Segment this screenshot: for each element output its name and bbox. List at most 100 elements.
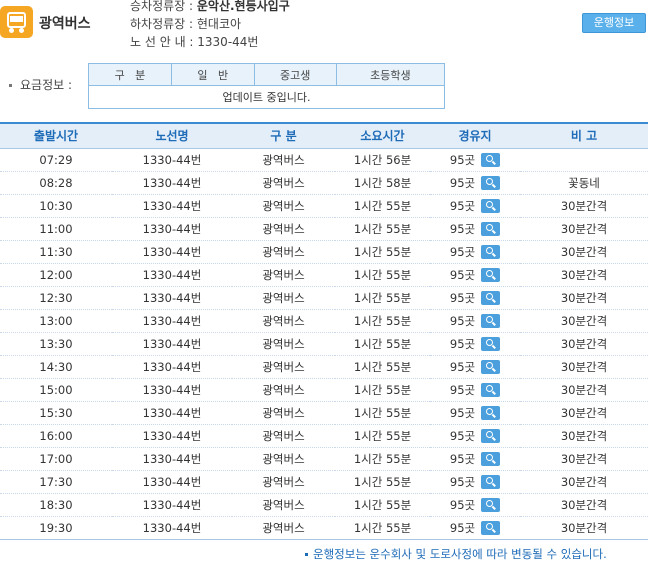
cell-duration: 1시간 56분 xyxy=(335,148,430,172)
table-row: 11:30 1330-44번 광역버스 1시간 55분 95곳 30분간격 xyxy=(0,240,648,264)
stops-count: 95곳 xyxy=(449,290,476,305)
notice: 운행정보는 운수회사 및 도로사정에 따라 변동될 수 있습니다. xyxy=(305,546,607,561)
cell-bus-type: 광역버스 xyxy=(232,470,335,494)
search-icon[interactable] xyxy=(481,175,501,190)
stops-count: 95곳 xyxy=(449,520,476,535)
stops-count: 95곳 xyxy=(449,198,476,213)
table-row: 13:00 1330-44번 광역버스 1시간 55분 95곳 30분간격 xyxy=(0,309,648,333)
cell-via-stops: 95곳 xyxy=(430,424,520,448)
cell-via-stops: 95곳 xyxy=(430,355,520,379)
cell-bus-type: 광역버스 xyxy=(232,217,335,241)
stops-count: 95곳 xyxy=(449,359,476,374)
cell-note: 30분간격 xyxy=(520,493,648,517)
cell-bus-type: 광역버스 xyxy=(232,194,335,218)
cell-route-name: 1330-44번 xyxy=(112,355,232,379)
cell-route-name: 1330-44번 xyxy=(112,171,232,195)
search-icon[interactable] xyxy=(481,382,501,397)
cell-departure-time: 14:30 xyxy=(0,355,112,379)
search-icon[interactable] xyxy=(481,497,501,512)
cell-departure-time: 16:00 xyxy=(0,424,112,448)
fare-message: 업데이트 중입니다. xyxy=(88,85,445,109)
cell-route-name: 1330-44번 xyxy=(112,332,232,356)
search-icon[interactable] xyxy=(481,428,501,443)
fare-header-child: 초등학생 xyxy=(335,63,446,86)
cell-via-stops: 95곳 xyxy=(430,516,520,540)
header-duration: 소요시간 xyxy=(335,122,430,149)
alighting-stop-row: 하차정류장 : 현대코아 xyxy=(130,15,290,33)
cell-route-name: 1330-44번 xyxy=(112,148,232,172)
search-icon[interactable] xyxy=(481,405,501,420)
cell-via-stops: 95곳 xyxy=(430,263,520,287)
search-icon[interactable] xyxy=(481,198,501,213)
cell-via-stops: 95곳 xyxy=(430,470,520,494)
cell-duration: 1시간 58분 xyxy=(335,171,430,195)
cell-via-stops: 95곳 xyxy=(430,332,520,356)
cell-departure-time: 08:28 xyxy=(0,171,112,195)
search-icon[interactable] xyxy=(481,313,501,328)
cell-departure-time: 13:00 xyxy=(0,309,112,333)
fare-header-teen: 중고생 xyxy=(253,63,337,86)
bus-type-label: 광역버스 xyxy=(39,16,91,32)
cell-via-stops: 95곳 xyxy=(430,194,520,218)
search-icon[interactable] xyxy=(481,290,501,305)
cell-departure-time: 15:00 xyxy=(0,378,112,402)
table-row: 11:00 1330-44번 광역버스 1시간 55분 95곳 30분간격 xyxy=(0,217,648,241)
cell-duration: 1시간 55분 xyxy=(335,263,430,287)
cell-note: 30분간격 xyxy=(520,447,648,471)
cell-route-name: 1330-44번 xyxy=(112,378,232,402)
cell-duration: 1시간 55분 xyxy=(335,309,430,333)
table-row: 18:30 1330-44번 광역버스 1시간 55분 95곳 30분간격 xyxy=(0,493,648,517)
schedule-table: 출발시간 노선명 구 분 소요시간 경유지 비 고 07:29 1330-44번 광… xyxy=(0,122,648,540)
search-icon[interactable] xyxy=(481,520,501,535)
cell-bus-type: 광역버스 xyxy=(232,493,335,517)
stops-count: 95곳 xyxy=(449,336,476,351)
search-icon[interactable] xyxy=(481,267,501,282)
cell-route-name: 1330-44번 xyxy=(112,309,232,333)
cell-departure-time: 10:30 xyxy=(0,194,112,218)
fare-header-general: 일 반 xyxy=(170,63,255,86)
cell-via-stops: 95곳 xyxy=(430,148,520,172)
cell-via-stops: 95곳 xyxy=(430,401,520,425)
cell-departure-time: 15:30 xyxy=(0,401,112,425)
stops-count: 95곳 xyxy=(449,474,476,489)
cell-duration: 1시간 55분 xyxy=(335,217,430,241)
cell-duration: 1시간 55분 xyxy=(335,286,430,310)
cell-note: 30분간격 xyxy=(520,378,648,402)
boarding-stop-row: 승차정류장 : 운악산.현등사입구 xyxy=(130,0,290,15)
cell-departure-time: 12:30 xyxy=(0,286,112,310)
cell-bus-type: 광역버스 xyxy=(232,447,335,471)
alighting-label: 하차정류장 : xyxy=(130,17,197,31)
cell-via-stops: 95곳 xyxy=(430,217,520,241)
cell-note: 30분간격 xyxy=(520,286,648,310)
stops-count: 95곳 xyxy=(449,428,476,443)
search-icon[interactable] xyxy=(481,221,501,236)
cell-note: 30분간격 xyxy=(520,240,648,264)
search-icon[interactable] xyxy=(481,451,501,466)
cell-route-name: 1330-44번 xyxy=(112,240,232,264)
cell-departure-time: 18:30 xyxy=(0,493,112,517)
search-icon[interactable] xyxy=(481,336,501,351)
cell-route-name: 1330-44번 xyxy=(112,401,232,425)
route-info: 승차정류장 : 운악산.현등사입구 하차정류장 : 현대코아 노 선 안 내 :… xyxy=(130,0,290,51)
cell-bus-type: 광역버스 xyxy=(232,286,335,310)
cell-duration: 1시간 55분 xyxy=(335,447,430,471)
route-number: 1330-44번 xyxy=(197,35,259,49)
header-via-stops: 경유지 xyxy=(430,122,520,149)
table-row: 15:00 1330-44번 광역버스 1시간 55분 95곳 30분간격 xyxy=(0,378,648,402)
cell-bus-type: 광역버스 xyxy=(232,332,335,356)
cell-departure-time: 13:30 xyxy=(0,332,112,356)
header-type: 구 분 xyxy=(232,122,335,149)
cell-note: 30분간격 xyxy=(520,401,648,425)
cell-departure-time: 17:30 xyxy=(0,470,112,494)
cell-via-stops: 95곳 xyxy=(430,171,520,195)
operation-info-button[interactable]: 운행정보 xyxy=(582,13,646,33)
cell-duration: 1시간 55분 xyxy=(335,355,430,379)
schedule-body: 07:29 1330-44번 광역버스 1시간 56분 95곳 08:28 1330-44번… xyxy=(0,148,648,540)
cell-route-name: 1330-44번 xyxy=(112,470,232,494)
fare-info-text: 요금정보 : xyxy=(20,78,73,92)
search-icon[interactable] xyxy=(481,474,501,489)
search-icon[interactable] xyxy=(481,152,501,167)
search-icon[interactable] xyxy=(481,244,501,259)
search-icon[interactable] xyxy=(481,359,501,374)
cell-note: 30분간격 xyxy=(520,516,648,540)
